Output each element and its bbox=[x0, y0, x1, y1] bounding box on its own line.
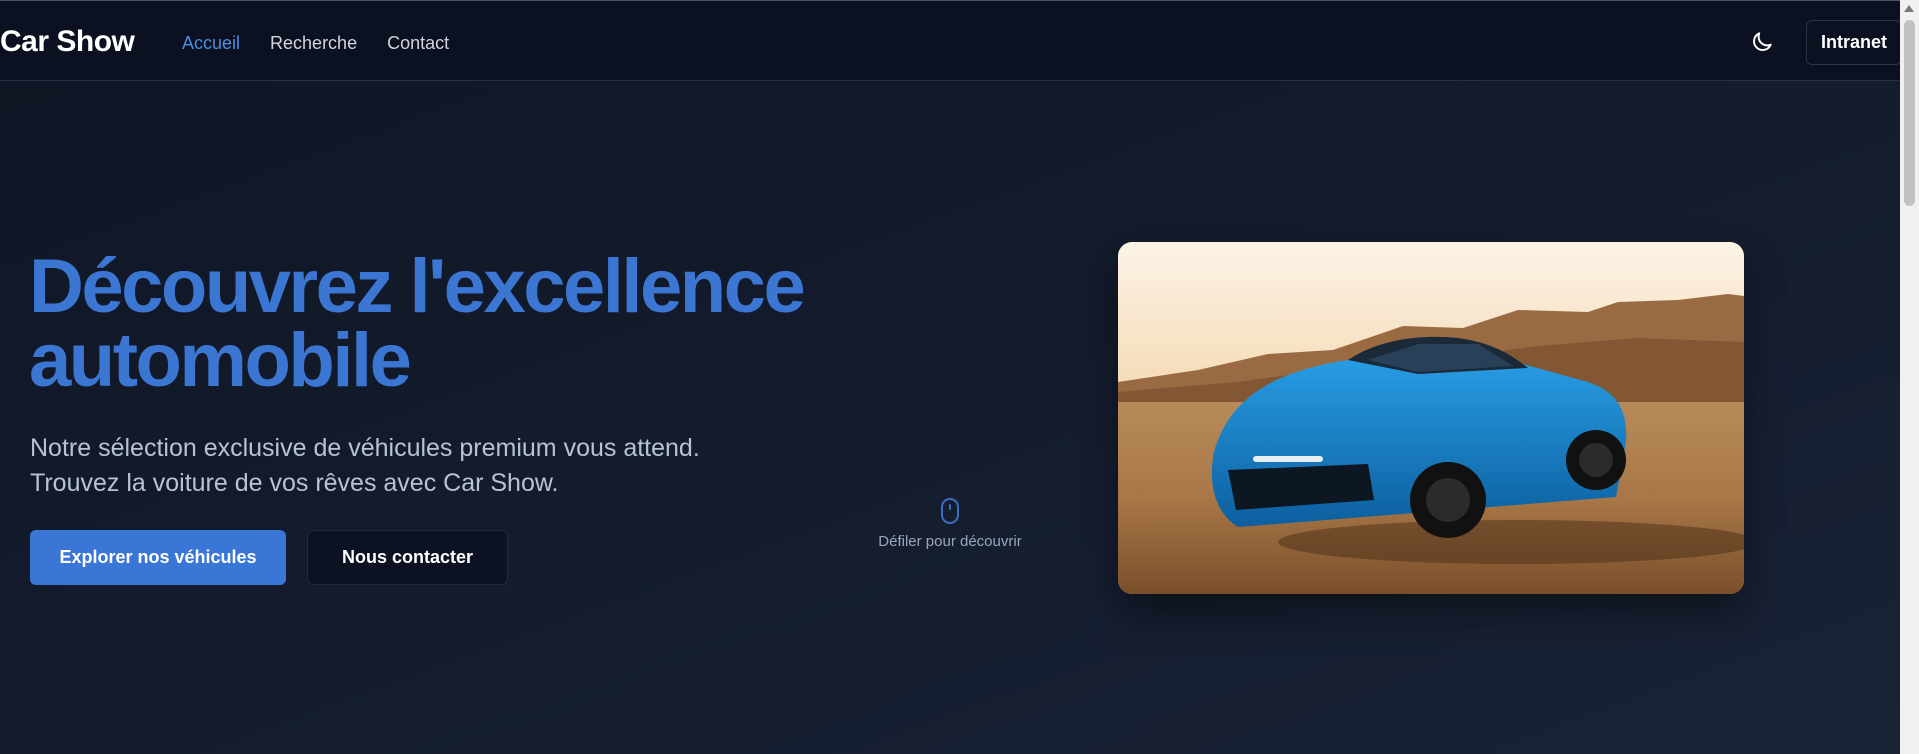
contact-us-button[interactable]: Nous contacter bbox=[307, 530, 508, 585]
scroll-up-arrow-icon[interactable] bbox=[1904, 5, 1914, 12]
hero-title: Découvrez l'excellence automobile bbox=[29, 249, 849, 399]
mouse-icon bbox=[941, 498, 959, 524]
hero-subtitle-line1: Notre sélection exclusive de véhicules p… bbox=[30, 434, 700, 462]
page-scrollbar[interactable] bbox=[1900, 0, 1919, 754]
nav-item-recherche[interactable]: Recherche bbox=[270, 33, 357, 54]
scroll-hint-text: Défiler pour découvrir bbox=[878, 533, 1022, 550]
hero-title-line2: automobile bbox=[29, 318, 412, 403]
brand-logo[interactable]: Car Show bbox=[0, 25, 135, 59]
intranet-button[interactable]: Intranet bbox=[1806, 20, 1902, 65]
top-navigation-bar: Car Show Accueil Recherche Contact Intra… bbox=[0, 0, 1902, 81]
main-nav: Accueil Recherche Contact bbox=[182, 33, 479, 54]
nav-item-accueil[interactable]: Accueil bbox=[182, 33, 240, 54]
moon-icon[interactable] bbox=[1749, 29, 1775, 55]
scrollbar-thumb[interactable] bbox=[1904, 20, 1915, 206]
explore-vehicles-button[interactable]: Explorer nos véhicules bbox=[30, 530, 286, 585]
nav-item-contact[interactable]: Contact bbox=[387, 33, 449, 54]
hero-car-image bbox=[1118, 242, 1744, 594]
hero-title-line1: Découvrez l'excellence bbox=[29, 244, 806, 329]
hero-subtitle-line2: Trouvez la voiture de vos rêves avec Car… bbox=[30, 469, 559, 497]
hero-subtitle: Notre sélection exclusive de véhicules p… bbox=[30, 431, 790, 501]
scroll-hint[interactable]: Défiler pour découvrir bbox=[860, 498, 1040, 550]
